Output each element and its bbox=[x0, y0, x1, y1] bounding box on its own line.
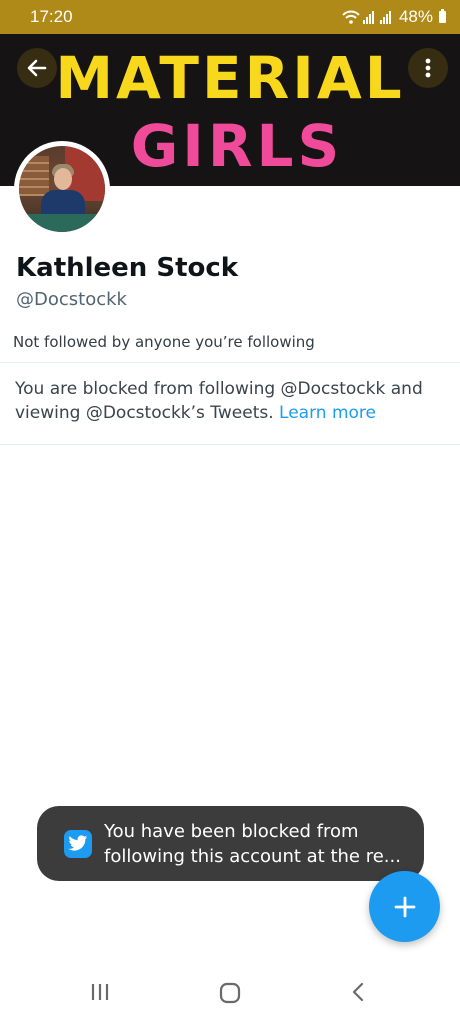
signal-icon bbox=[362, 11, 374, 24]
status-icons bbox=[342, 10, 391, 24]
toast-line2: following this account at the re... bbox=[104, 845, 401, 867]
divider bbox=[0, 362, 460, 363]
home-icon bbox=[219, 982, 241, 1004]
arrow-left-icon bbox=[27, 59, 47, 77]
blocked-notice: You are blocked from following @Docstock… bbox=[15, 377, 435, 425]
back-button[interactable] bbox=[17, 48, 57, 88]
banner-title-line1: MATERIAL bbox=[55, 44, 405, 112]
avatar-photo bbox=[19, 146, 105, 232]
system-back-button[interactable] bbox=[348, 980, 368, 1004]
profile-handle: @Docstockk bbox=[16, 289, 127, 310]
status-bar: 17:20 48% bbox=[0, 0, 460, 34]
avatar[interactable] bbox=[14, 141, 110, 237]
battery-icon bbox=[439, 9, 446, 23]
divider bbox=[0, 444, 460, 445]
status-time: 17:20 bbox=[30, 7, 73, 26]
back-icon bbox=[352, 982, 364, 1002]
more-vertical-icon bbox=[425, 58, 431, 78]
twitter-bird-icon bbox=[64, 829, 92, 858]
profile-name: Kathleen Stock bbox=[16, 253, 239, 283]
toast-line1: You have been blocked from bbox=[104, 820, 359, 842]
plus-icon bbox=[394, 896, 415, 917]
learn-more-link[interactable]: Learn more bbox=[279, 403, 376, 423]
home-button[interactable] bbox=[217, 980, 243, 1006]
battery-percentage: 48% bbox=[398, 7, 433, 26]
followers-you-know: Not followed by anyone you’re following bbox=[13, 333, 315, 351]
more-options-button[interactable] bbox=[408, 48, 448, 88]
toast-notification: You have been blocked from following thi… bbox=[37, 806, 424, 881]
status-right: 48% bbox=[342, 7, 446, 27]
toast-message: You have been blocked from following thi… bbox=[104, 819, 404, 869]
wifi-icon bbox=[342, 10, 360, 24]
system-nav-bar bbox=[0, 962, 460, 1024]
signal-icon bbox=[379, 11, 391, 24]
recents-button[interactable] bbox=[88, 980, 112, 1004]
recents-icon bbox=[91, 984, 109, 1000]
compose-tweet-button[interactable] bbox=[369, 871, 440, 942]
